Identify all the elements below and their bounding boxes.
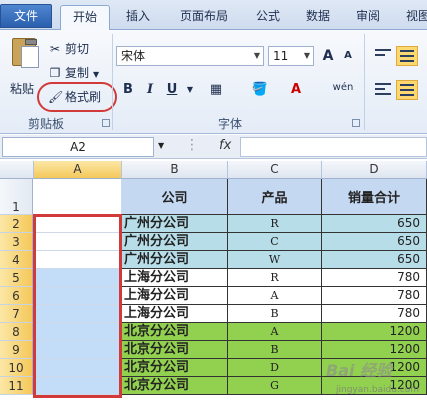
bold-button[interactable]: B (118, 80, 138, 100)
phonetic-button[interactable]: wén (328, 78, 358, 98)
tab-formulas[interactable]: 公式 (246, 5, 290, 30)
row-header[interactable]: 10 (0, 359, 33, 377)
product-cell[interactable]: A (228, 287, 322, 305)
row-header[interactable]: 6 (0, 287, 33, 305)
underline-dropdown[interactable]: ▼ (180, 80, 200, 100)
align-middle-icon[interactable] (396, 46, 418, 66)
tab-review[interactable]: 审阅 (346, 5, 390, 30)
product-cell[interactable]: B (228, 305, 322, 323)
formula-input[interactable] (240, 137, 427, 157)
name-box[interactable]: A2 (2, 137, 154, 157)
row-header[interactable]: 4 (0, 251, 33, 269)
ribbon-tab-bar: 文件 开始 插入 页面布局 公式 数据 审阅 视图 (0, 0, 427, 30)
company-cell[interactable]: 北京分公司 (122, 323, 228, 341)
product-cell[interactable]: W (228, 251, 322, 269)
grow-font-button[interactable]: A (318, 46, 338, 66)
table-header-cell[interactable]: 公司 (122, 179, 228, 215)
company-cell[interactable]: 上海分公司 (122, 287, 228, 305)
paste-label: 粘贴 (10, 82, 35, 96)
sales-cell[interactable]: 650 (322, 233, 427, 251)
spreadsheet-grid: A B C D 1 公司 产品 销量合计 2 广州分公司 R 650 3 广州分公司 C 650 4 广州… (0, 161, 427, 404)
scissors-icon: ✂ (49, 42, 61, 56)
font-launcher[interactable] (352, 119, 360, 127)
tab-home[interactable]: 开始 (60, 5, 110, 30)
watermark-text: Bai 经验 (326, 361, 393, 380)
product-cell[interactable]: A (228, 323, 322, 341)
row-header[interactable]: 3 (0, 233, 33, 251)
clipboard-group-label: 剪贴板 (28, 117, 65, 131)
tab-page-layout[interactable]: 页面布局 (168, 5, 240, 30)
clipboard-launcher[interactable] (102, 119, 110, 127)
name-box-dropdown-icon[interactable]: ▼ (158, 141, 164, 150)
row-header[interactable]: 1 (0, 179, 33, 215)
column-header-c[interactable]: C (228, 161, 322, 179)
row-header[interactable]: 7 (0, 305, 33, 323)
sales-cell[interactable]: 780 (322, 305, 427, 323)
company-cell[interactable]: 北京分公司 (122, 341, 228, 359)
table-header-cell[interactable]: 销量合计 (322, 179, 427, 215)
fill-color-icon[interactable]: 🪣 (250, 80, 270, 100)
company-cell[interactable]: 广州分公司 (122, 251, 228, 269)
align-left-icon[interactable] (372, 80, 394, 100)
copy-icon: ❐ (49, 66, 61, 80)
company-cell[interactable]: 北京分公司 (122, 377, 228, 395)
company-cell[interactable]: 广州分公司 (122, 233, 228, 251)
tab-view[interactable]: 视图 (398, 5, 427, 30)
company-cell[interactable]: 上海分公司 (122, 305, 228, 323)
row-header[interactable]: 9 (0, 341, 33, 359)
formula-bar-grip-icon: ⋮ (185, 137, 199, 153)
sales-cell[interactable]: 650 (322, 215, 427, 233)
cut-button[interactable]: ✂ 剪切 (48, 38, 89, 60)
italic-button[interactable]: I (140, 80, 160, 100)
formula-bar: A2 ▼ ⋮ fx (0, 135, 427, 159)
sales-cell[interactable]: 650 (322, 251, 427, 269)
column-header-d[interactable]: D (322, 161, 427, 179)
company-cell[interactable]: 广州分公司 (122, 215, 228, 233)
tab-data[interactable]: 数据 (296, 5, 340, 30)
row-header[interactable]: 11 (0, 377, 33, 395)
watermark-url: jingyan.baidu.com (336, 385, 420, 395)
copy-button[interactable]: ❐ 复制 ▼ (48, 62, 100, 84)
cell-a1[interactable] (34, 179, 122, 215)
table-header-cell[interactable]: 产品 (228, 179, 322, 215)
company-cell[interactable]: 上海分公司 (122, 269, 228, 287)
row-header[interactable]: 5 (0, 269, 33, 287)
select-all-corner[interactable] (0, 161, 34, 179)
borders-icon[interactable]: ▦ (206, 80, 226, 100)
row-header[interactable]: 8 (0, 323, 33, 341)
font-group-label: 字体 (218, 117, 243, 131)
underline-button[interactable]: U (162, 80, 182, 100)
column-header-b[interactable]: B (122, 161, 228, 179)
font-color-button[interactable]: A (286, 80, 306, 100)
tab-file[interactable]: 文件 (0, 4, 52, 28)
sales-cell[interactable]: 780 (322, 287, 427, 305)
format-painter-highlight (37, 82, 117, 112)
font-size-select[interactable]: 11 ▼ (268, 46, 314, 66)
product-cell[interactable]: R (228, 269, 322, 287)
insert-function-icon[interactable]: fx (219, 138, 231, 153)
product-cell[interactable]: G (228, 377, 322, 395)
shrink-font-button[interactable]: A (338, 46, 358, 66)
ribbon: 粘贴 ✂ 剪切 ❐ 复制 ▼ 🖌 格式刷 剪贴板 宋体 ▼ 11 ▼ A A B I U ▼… (0, 30, 427, 134)
product-cell[interactable]: D (228, 359, 322, 377)
selection-highlight-box (33, 214, 122, 398)
company-cell[interactable]: 北京分公司 (122, 359, 228, 377)
row-header[interactable]: 2 (0, 215, 33, 233)
product-cell[interactable]: C (228, 233, 322, 251)
align-center-icon[interactable] (396, 80, 418, 100)
font-name-select[interactable]: 宋体 ▼ (116, 46, 264, 66)
align-top-icon[interactable] (372, 46, 394, 66)
tab-insert[interactable]: 插入 (116, 5, 160, 30)
product-cell[interactable]: R (228, 215, 322, 233)
sales-cell[interactable]: 780 (322, 269, 427, 287)
column-header-a[interactable]: A (34, 161, 122, 179)
product-cell[interactable]: B (228, 341, 322, 359)
sales-cell[interactable]: 1200 (322, 323, 427, 341)
paste-paper-icon (21, 46, 39, 68)
